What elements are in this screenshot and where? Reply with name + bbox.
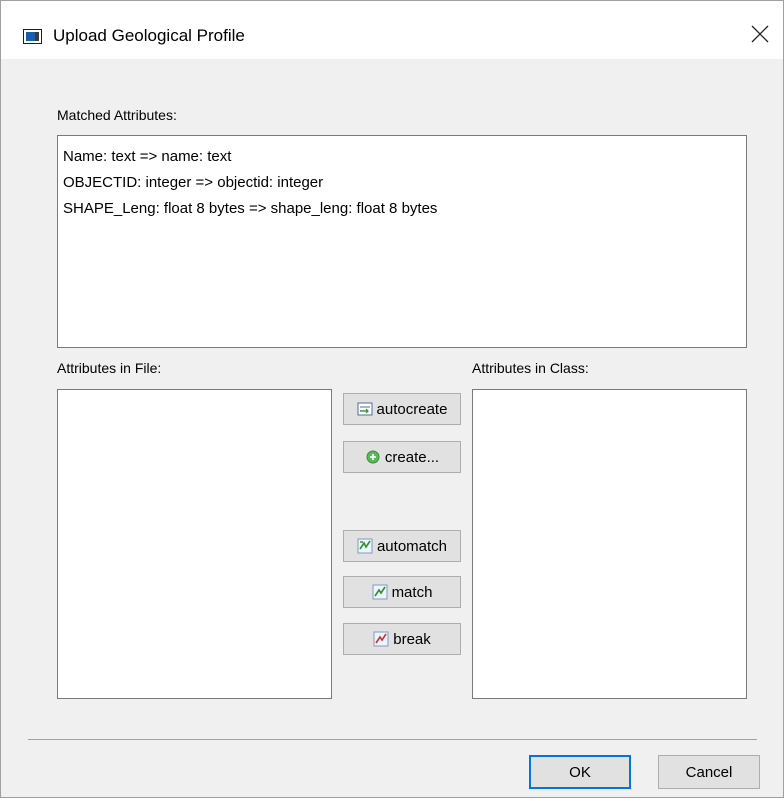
list-item[interactable]: SHAPE_Leng: float 8 bytes => shape_leng:… [63,196,741,222]
close-icon[interactable] [749,23,771,45]
break-label: break [393,630,431,648]
add-circle-icon [365,449,381,465]
attributes-in-file-label: Attributes in File: [57,360,162,376]
cancel-button[interactable]: Cancel [658,755,760,789]
attributes-in-class-label: Attributes in Class: [472,360,589,376]
automatch-button[interactable]: automatch [343,530,461,562]
list-item[interactable]: OBJECTID: integer => objectid: integer [63,170,741,196]
app-window-icon [23,29,42,44]
title-bar: Upload Geological Profile [1,1,783,59]
upload-dialog: Upload Geological Profile Matched Attrib… [0,0,784,798]
ok-button[interactable]: OK [529,755,631,789]
autocreate-icon [357,401,373,417]
automatch-label: automatch [376,537,448,555]
autocreate-label: autocreate [376,400,448,418]
autocreate-button[interactable]: autocreate [343,393,461,425]
automatch-icon [357,538,373,554]
window-title: Upload Geological Profile [53,26,245,45]
match-label: match [391,583,433,601]
create-button[interactable]: create... [343,441,461,473]
attributes-in-class-list[interactable] [472,389,747,699]
attributes-in-file-list[interactable] [57,389,332,699]
match-icon [372,584,388,600]
match-button[interactable]: match [343,576,461,608]
create-label: create... [384,448,440,466]
divider [28,739,757,740]
matched-attributes-label: Matched Attributes: [57,107,177,123]
matched-attributes-list[interactable]: Name: text => name: text OBJECTID: integ… [57,135,747,348]
list-item[interactable]: Name: text => name: text [63,144,741,170]
break-button[interactable]: break [343,623,461,655]
break-icon [373,631,389,647]
